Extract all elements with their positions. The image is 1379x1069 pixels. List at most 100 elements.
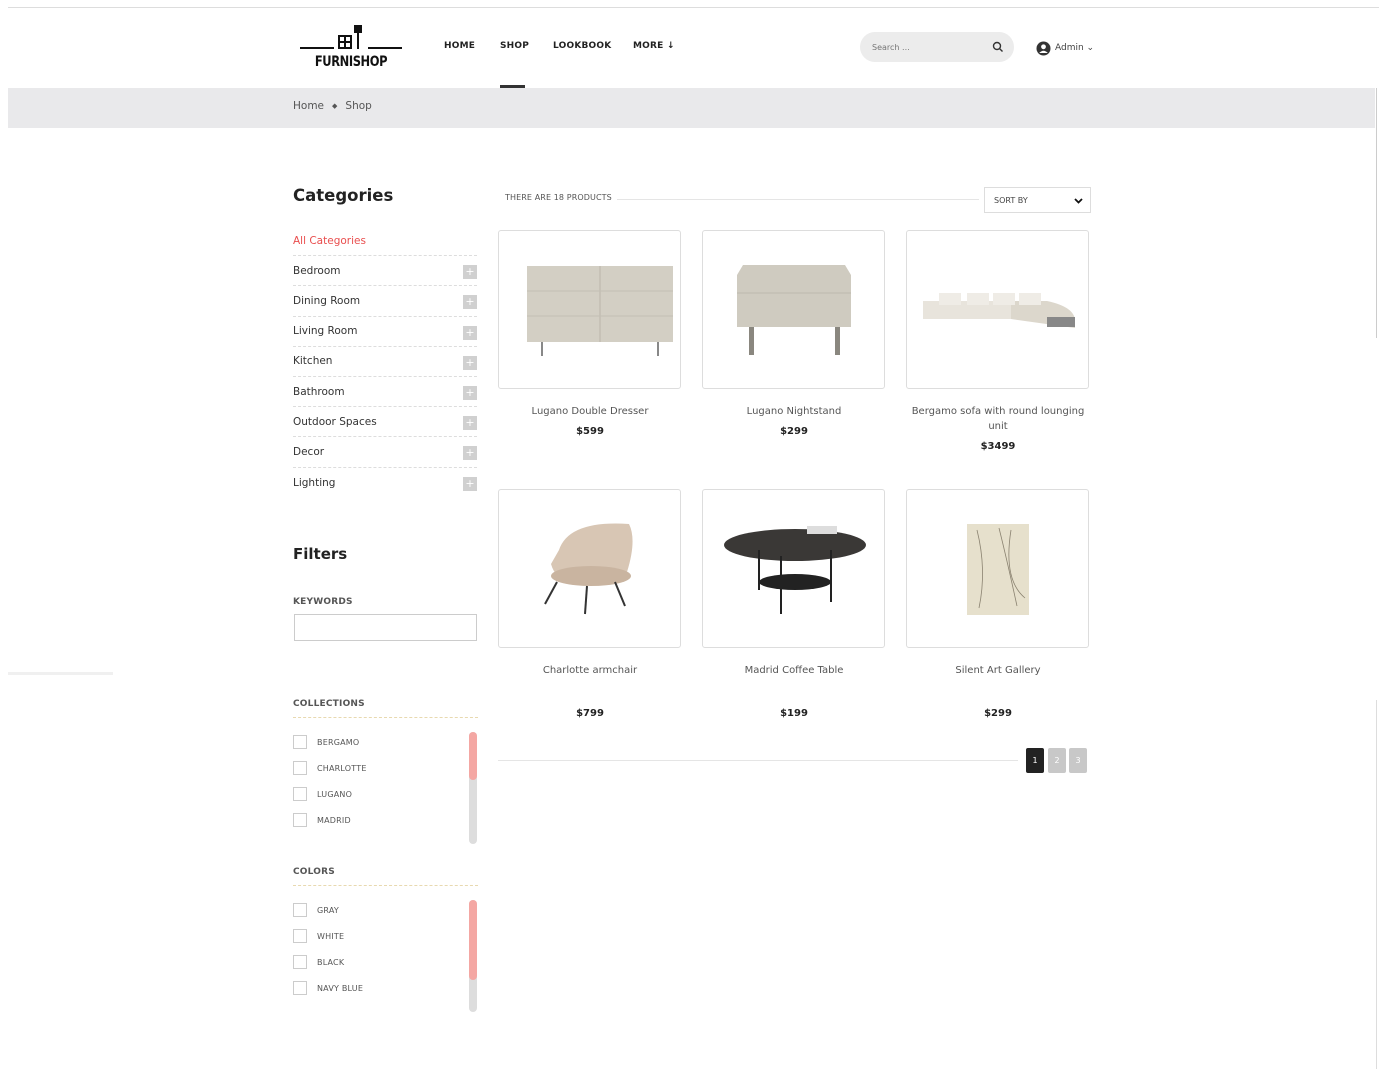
- category-item-living-room[interactable]: Living Room +: [293, 317, 477, 347]
- furniture-logo-icon: [338, 25, 362, 49]
- category-label: Living Room: [293, 325, 358, 338]
- product-name[interactable]: Madrid Coffee Table: [694, 663, 894, 678]
- breadcrumb-current: Shop: [345, 100, 372, 112]
- collection-label: BERGAMO: [317, 737, 360, 747]
- expand-plus-icon[interactable]: +: [463, 446, 477, 461]
- checkbox[interactable]: [293, 735, 307, 749]
- color-option[interactable]: BLACK: [293, 949, 463, 975]
- product-name[interactable]: Silent Art Gallery: [898, 663, 1098, 678]
- sofa-image: [923, 293, 1075, 328]
- collection-option[interactable]: CHARLOTTE: [293, 755, 463, 781]
- checkbox[interactable]: [293, 903, 307, 917]
- page-button-3[interactable]: 3: [1069, 748, 1087, 773]
- dresser-image: [527, 266, 673, 356]
- logo-rule-left: [300, 47, 334, 49]
- checkbox[interactable]: [293, 813, 307, 827]
- category-list: All Categories Bedroom + Dining Room + Liv…: [293, 226, 477, 498]
- scrollbar-thumb[interactable]: [469, 732, 477, 780]
- category-label: Decor: [293, 445, 325, 458]
- product-name[interactable]: Charlotte armchair: [490, 663, 690, 678]
- site-header: [8, 8, 1376, 88]
- colors-label: COLORS: [293, 867, 335, 877]
- logo-rule-right: [368, 47, 402, 49]
- search-box: [860, 32, 1014, 62]
- category-item-dining-room[interactable]: Dining Room +: [293, 286, 477, 317]
- scrollbar-thumb[interactable]: [469, 900, 477, 980]
- color-label: NAVY BLUE: [317, 983, 364, 993]
- keywords-label: KEYWORDS: [293, 597, 353, 607]
- collections-scrollbar[interactable]: [469, 732, 477, 844]
- checkbox[interactable]: [293, 787, 307, 801]
- nav-shop[interactable]: SHOP: [500, 41, 529, 51]
- user-menu[interactable]: Admin ⌄: [1036, 40, 1094, 56]
- nav-home[interactable]: HOME: [444, 41, 475, 51]
- expand-plus-icon[interactable]: +: [463, 416, 477, 431]
- color-label: WHITE: [317, 931, 345, 941]
- product-card[interactable]: [498, 230, 681, 389]
- collection-label: LUGANO: [317, 789, 353, 799]
- colors-scrollbar[interactable]: [469, 900, 477, 1012]
- expand-plus-icon[interactable]: +: [463, 355, 477, 370]
- category-label: Dining Room: [293, 294, 361, 307]
- category-item-decor[interactable]: Decor +: [293, 437, 477, 468]
- checkbox[interactable]: [293, 929, 307, 943]
- category-item-outdoor-spaces[interactable]: Outdoor Spaces +: [293, 407, 477, 438]
- collection-label: MADRID: [317, 815, 351, 825]
- filters-title: Filters: [293, 545, 348, 563]
- category-label: Outdoor Spaces: [293, 415, 377, 428]
- product-card[interactable]: [498, 489, 681, 648]
- expand-plus-icon[interactable]: +: [463, 385, 477, 400]
- sort-select[interactable]: SORT BY: [984, 187, 1091, 213]
- category-item-bathroom[interactable]: Bathroom +: [293, 377, 477, 408]
- nav-more[interactable]: MORE ↓: [633, 41, 675, 51]
- page-button-2[interactable]: 2: [1048, 748, 1066, 773]
- category-item-lighting[interactable]: Lighting +: [293, 468, 477, 498]
- expand-plus-icon[interactable]: +: [463, 265, 477, 280]
- nav-lookbook[interactable]: LOOKBOOK: [553, 41, 611, 51]
- coffee-table-image: [724, 526, 866, 614]
- color-option[interactable]: NAVY BLUE: [293, 975, 463, 1001]
- collections-list: BERGAMO CHARLOTTE LUGANO MADRID: [293, 729, 463, 833]
- expand-plus-icon[interactable]: +: [463, 325, 477, 340]
- product-price: $599: [576, 426, 604, 437]
- checkbox[interactable]: [293, 981, 307, 995]
- product-card[interactable]: [702, 230, 885, 389]
- checkbox[interactable]: [293, 761, 307, 775]
- category-item-all[interactable]: All Categories: [293, 226, 477, 257]
- product-name[interactable]: Lugano Nightstand: [694, 404, 894, 419]
- category-label: All Categories: [293, 234, 366, 247]
- color-option[interactable]: WHITE: [293, 923, 463, 949]
- product-card[interactable]: [906, 489, 1089, 648]
- collections-divider: [293, 717, 478, 718]
- category-label: Lighting: [293, 476, 336, 489]
- product-price: $299: [984, 708, 1012, 719]
- expand-plus-icon[interactable]: +: [463, 295, 477, 310]
- category-label: Kitchen: [293, 355, 333, 368]
- nightstand-image: [737, 265, 851, 355]
- color-option[interactable]: GRAY: [293, 897, 463, 923]
- product-name[interactable]: Lugano Double Dresser: [490, 404, 690, 419]
- product-card[interactable]: [702, 489, 885, 648]
- collection-option[interactable]: LUGANO: [293, 781, 463, 807]
- collection-option[interactable]: MADRID: [293, 807, 463, 833]
- page-button-1[interactable]: 1: [1026, 748, 1044, 773]
- color-label: BLACK: [317, 957, 345, 967]
- brand-logo[interactable]: FURNISHOP: [292, 20, 404, 72]
- search-icon[interactable]: [992, 41, 1004, 53]
- armchair-image: [544, 523, 633, 615]
- collection-option[interactable]: BERGAMO: [293, 729, 463, 755]
- category-item-bedroom[interactable]: Bedroom +: [293, 256, 477, 287]
- product-price: $299: [780, 426, 808, 437]
- product-price: $3499: [980, 441, 1016, 452]
- keywords-input[interactable]: [294, 614, 477, 641]
- product-card[interactable]: [906, 230, 1089, 389]
- search-input[interactable]: [872, 40, 992, 54]
- color-label: GRAY: [317, 905, 339, 915]
- art-print-image: [967, 524, 1029, 615]
- product-name[interactable]: Bergamo sofa with round lounging unit: [898, 404, 1098, 434]
- checkbox[interactable]: [293, 955, 307, 969]
- pagination-divider: [498, 760, 1018, 761]
- category-item-kitchen[interactable]: Kitchen +: [293, 347, 477, 377]
- expand-plus-icon[interactable]: +: [463, 476, 477, 491]
- breadcrumb-home[interactable]: Home: [293, 100, 324, 112]
